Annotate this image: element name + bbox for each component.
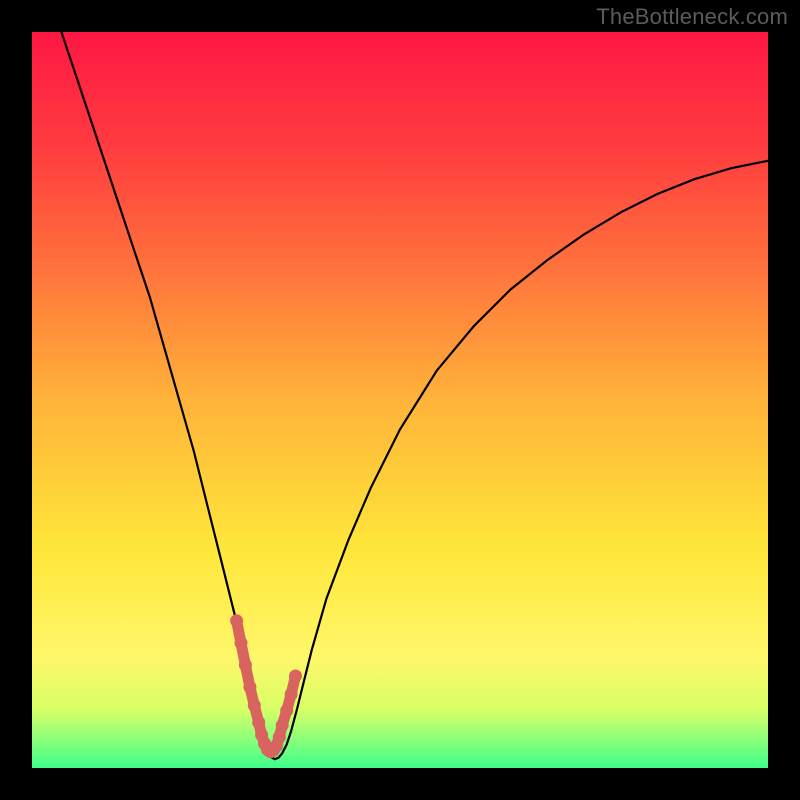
optimal-range-dot bbox=[230, 614, 243, 627]
optimal-range-dot bbox=[276, 719, 289, 732]
optimal-range-dot bbox=[248, 699, 261, 712]
watermark-text: TheBottleneck.com bbox=[596, 4, 788, 30]
optimal-range-dot bbox=[252, 716, 265, 729]
chart-svg bbox=[0, 0, 800, 800]
optimal-range-dot bbox=[235, 636, 248, 649]
optimal-range-dot bbox=[239, 659, 252, 672]
optimal-range-dot bbox=[273, 731, 286, 744]
optimal-range-dot bbox=[280, 704, 293, 717]
optimal-range-dot bbox=[243, 681, 256, 694]
optimal-range-dot bbox=[285, 688, 298, 701]
optimal-range-dot bbox=[289, 670, 302, 683]
plot-area bbox=[32, 32, 768, 768]
chart-frame: TheBottleneck.com bbox=[0, 0, 800, 800]
